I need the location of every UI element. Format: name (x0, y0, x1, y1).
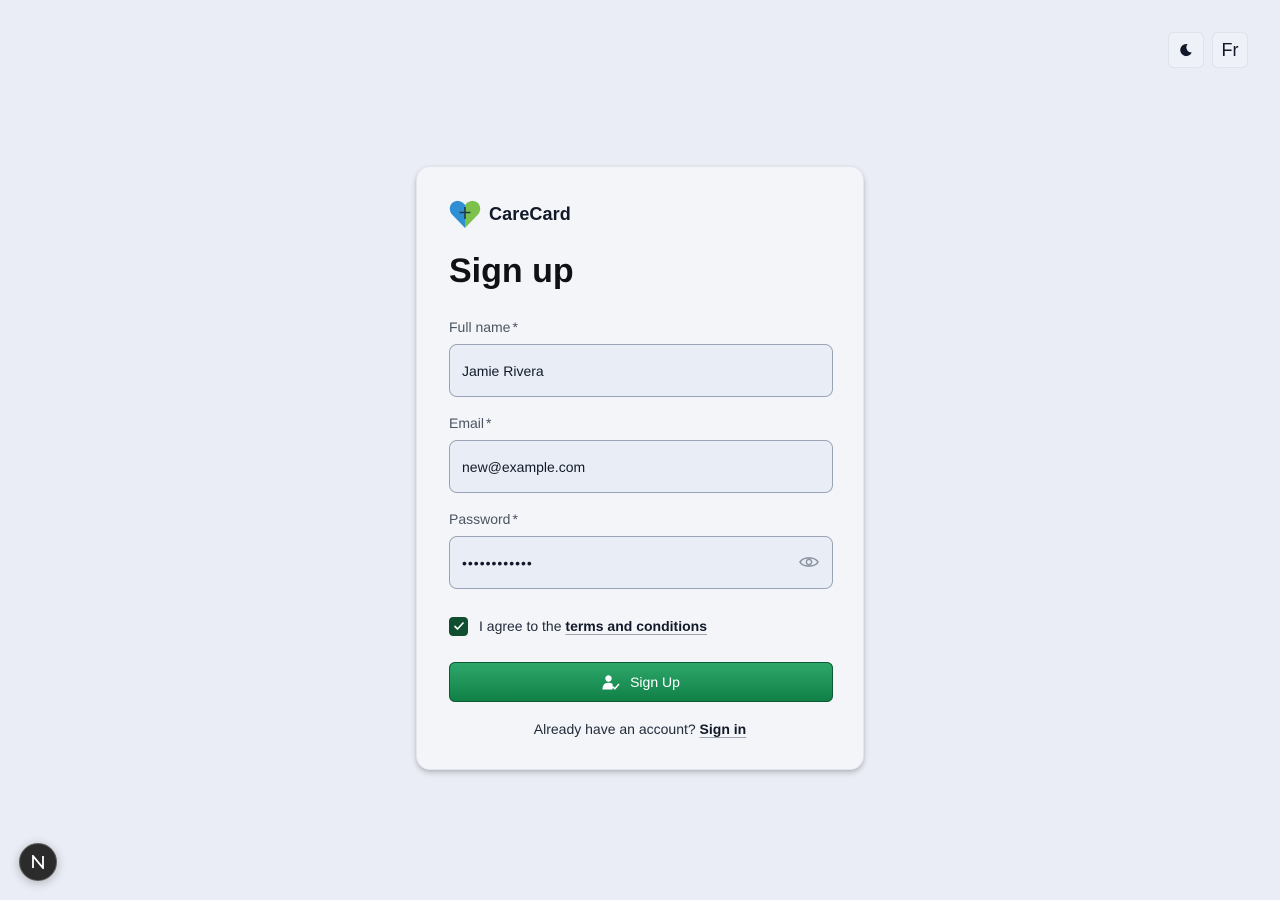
password-group: Password * (449, 510, 833, 589)
terms-text: I agree to the terms and conditions (479, 618, 707, 634)
heart-plus-logo-icon (449, 200, 481, 228)
sign-up-button[interactable]: Sign Up (449, 662, 833, 702)
email-group: Email * (449, 414, 833, 493)
theme-toggle-button[interactable] (1168, 32, 1204, 68)
terms-link[interactable]: terms and conditions (565, 618, 707, 634)
email-input[interactable] (449, 440, 833, 493)
signin-prompt: Already have an account? Sign in (533, 721, 747, 737)
eye-icon (799, 557, 819, 567)
check-icon (453, 621, 464, 631)
show-password-button[interactable] (797, 550, 821, 574)
brand: CareCard (449, 199, 831, 229)
brand-name: CareCard (489, 203, 571, 224)
language-switch-button[interactable]: Fr (1212, 32, 1248, 68)
signup-card: CareCard Sign up Full name* Email* Passw… (416, 166, 864, 770)
user-check-icon (602, 675, 620, 690)
full-name-group: Full name * (449, 318, 833, 397)
dev-tools-badge[interactable] (19, 843, 57, 881)
sign-up-label: Sign Up (630, 674, 680, 690)
page-title: Sign up (449, 252, 574, 290)
n-logo-icon (32, 855, 44, 869)
sign-in-link[interactable]: Sign in (700, 721, 747, 737)
terms-checkbox[interactable] (449, 616, 468, 636)
top-controls: Fr (1168, 32, 1248, 68)
terms-agreement: I agree to the terms and conditions (449, 616, 831, 636)
password-input[interactable] (449, 536, 833, 589)
full-name-label: Full name * (449, 319, 518, 335)
moon-icon (1180, 44, 1192, 57)
password-label: Password * (449, 511, 518, 527)
email-label: Email * (449, 415, 492, 431)
full-name-input[interactable] (449, 344, 833, 397)
